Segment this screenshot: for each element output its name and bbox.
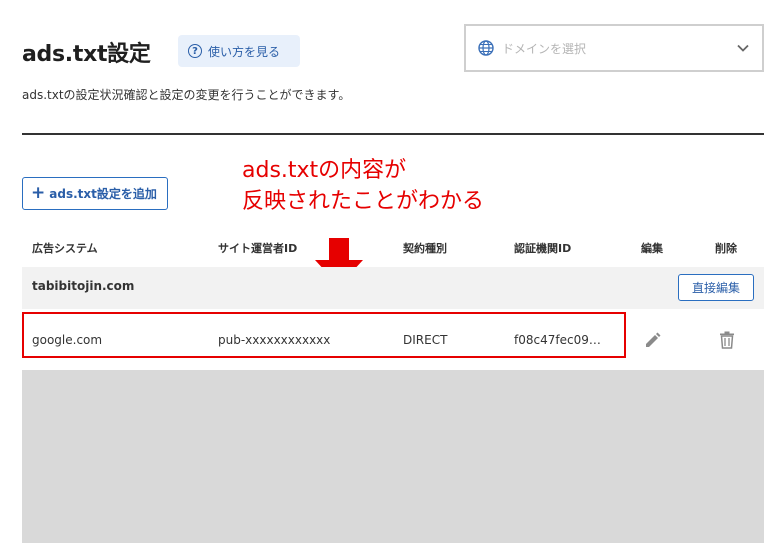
column-header-publisher-id: サイト運営者ID xyxy=(218,242,298,255)
question-icon: ? xyxy=(188,44,202,58)
domain-select[interactable]: ドメインを選択 xyxy=(464,24,764,72)
annotation-line-2: 反映されたことがわかる xyxy=(242,189,485,214)
pencil-icon[interactable] xyxy=(643,330,663,350)
empty-area xyxy=(22,370,764,543)
chevron-down-icon xyxy=(737,44,749,52)
globe-icon xyxy=(478,40,494,56)
annotation-text: ads.txtの内容が 反映されたことがわかる xyxy=(242,155,484,217)
help-button[interactable]: ? 使い方を見る xyxy=(178,35,300,67)
plus-icon: + xyxy=(31,183,46,203)
add-ads-txt-label: ads.txt設定を追加 xyxy=(49,187,157,201)
group-domain-name: tabibitojin.com xyxy=(32,279,135,293)
help-button-label: 使い方を見る xyxy=(208,44,281,59)
highlight-box xyxy=(22,312,626,358)
page-title: ads.txt設定 xyxy=(22,42,151,67)
column-header-contract-type: 契約種別 xyxy=(403,242,447,255)
column-header-cert-authority-id: 認証機関ID xyxy=(514,242,572,255)
page-description: ads.txtの設定状況確認と設定の変更を行うことができます。 xyxy=(22,88,351,102)
divider xyxy=(22,133,764,135)
domain-select-placeholder: ドメインを選択 xyxy=(502,41,587,56)
trash-icon[interactable] xyxy=(717,330,737,350)
column-header-edit: 編集 xyxy=(641,242,663,255)
annotation-line-1: ads.txtの内容が xyxy=(242,158,407,183)
column-header-ad-system: 広告システム xyxy=(32,242,98,255)
add-ads-txt-button[interactable]: + ads.txt設定を追加 xyxy=(22,177,168,210)
direct-edit-button[interactable]: 直接編集 xyxy=(678,274,754,301)
column-header-delete: 削除 xyxy=(715,242,737,255)
